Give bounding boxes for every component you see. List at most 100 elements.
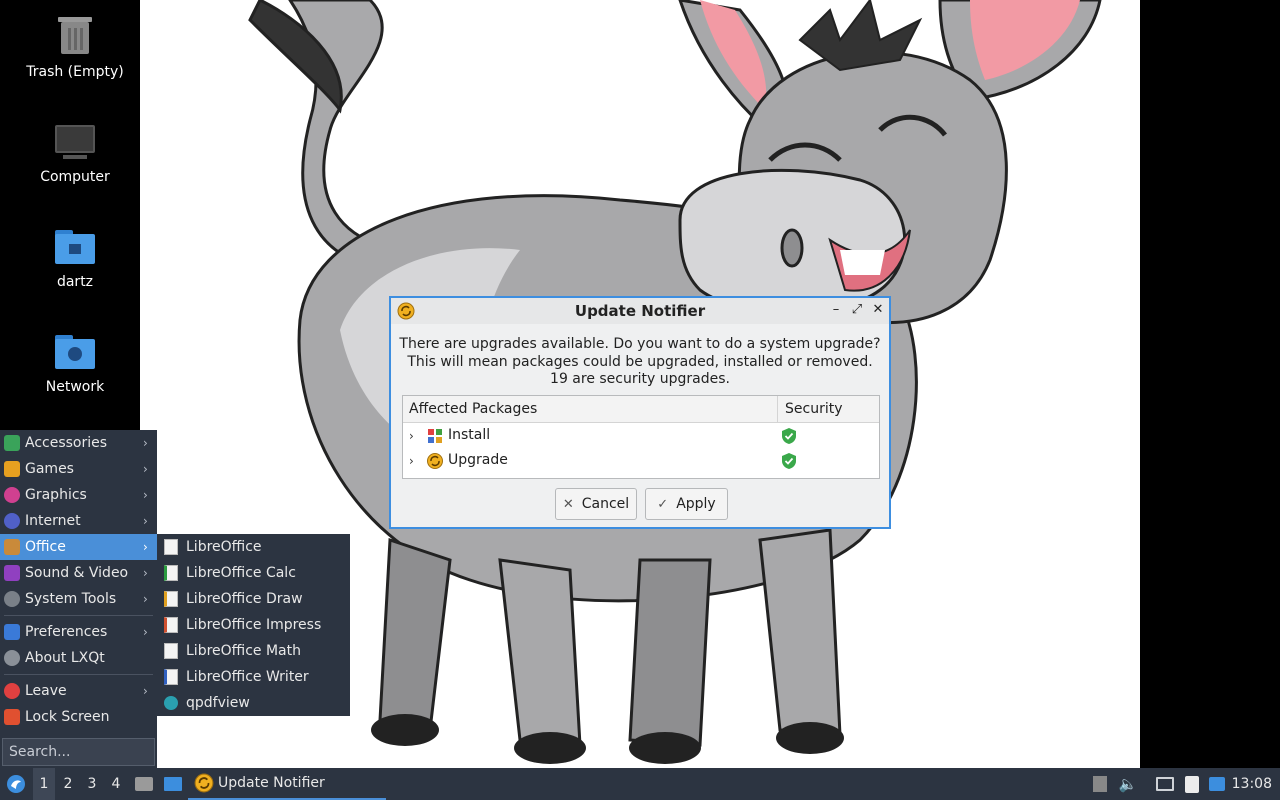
submenu-item-libreoffice-draw[interactable]: LibreOffice Draw (157, 586, 350, 612)
eye-icon (164, 696, 178, 710)
desktop-switch-2[interactable]: 2 (57, 768, 79, 800)
menu-item-accessories[interactable]: Accessories › (0, 430, 157, 456)
show-desktop-button[interactable] (162, 768, 184, 800)
submenu-item-label: LibreOffice Calc (186, 565, 296, 581)
clock[interactable]: 13:08 (1232, 768, 1272, 800)
submenu-item-libreoffice-math[interactable]: LibreOffice Math (157, 638, 350, 664)
column-header-security[interactable]: Security (779, 396, 879, 423)
menu-search-input[interactable]: Search... (2, 738, 155, 766)
desktop-icon-trash[interactable]: Trash (Empty) (20, 14, 130, 80)
main-menu-button[interactable] (4, 768, 28, 800)
upgrade-icon (427, 453, 443, 469)
shield-check-icon (782, 428, 796, 444)
menu-item-label: Accessories (25, 435, 108, 451)
menu-item-about-lxqt[interactable]: About LXQt (0, 645, 157, 671)
network-folder-icon (53, 329, 97, 373)
close-icon: ✕ (562, 496, 574, 512)
libreoffice-draw-icon (164, 591, 178, 607)
cancel-button[interactable]: ✕ Cancel (555, 488, 637, 520)
menu-item-preferences[interactable]: Preferences › (0, 619, 157, 645)
games-icon (4, 461, 20, 477)
menu-item-label: Leave (25, 683, 67, 699)
shield-check-icon (782, 453, 796, 469)
file-manager-launcher[interactable] (134, 768, 154, 800)
chevron-right-icon: › (143, 684, 148, 698)
maximize-icon[interactable]: ⤢ (849, 302, 865, 318)
graphics-icon (4, 487, 20, 503)
home-folder-icon (53, 224, 97, 268)
menu-item-games[interactable]: Games › (0, 456, 157, 482)
chevron-right-icon: › (143, 592, 148, 606)
accessories-icon (4, 435, 20, 451)
column-header-packages[interactable]: Affected Packages (403, 396, 778, 423)
info-icon (4, 650, 20, 666)
chevron-right-icon[interactable]: › (409, 454, 414, 468)
submenu-item-libreoffice-writer[interactable]: LibreOffice Writer (157, 664, 350, 690)
desktop-icon-network[interactable]: Network (20, 329, 130, 395)
desktop-switch-4[interactable]: 4 (105, 768, 127, 800)
submenu-item-libreoffice-calc[interactable]: LibreOffice Calc (157, 560, 350, 586)
internet-icon (4, 513, 20, 529)
tray-update-button[interactable] (1207, 768, 1227, 800)
chevron-right-icon: › (143, 566, 148, 580)
office-submenu: LibreOffice LibreOffice Calc LibreOffice… (157, 534, 350, 716)
submenu-item-label: LibreOffice Impress (186, 617, 322, 633)
desktop-switch-1[interactable]: 1 (33, 768, 55, 800)
network-icon (1156, 777, 1174, 791)
desktop-icon-label: Trash (Empty) (26, 64, 124, 80)
libreoffice-icon (164, 539, 178, 555)
apply-button-label: Apply (676, 496, 716, 512)
menu-item-label: Graphics (25, 487, 87, 503)
message-line: There are upgrades available. Do you wan… (399, 336, 881, 352)
submenu-item-libreoffice[interactable]: LibreOffice (157, 534, 350, 560)
lock-icon (4, 709, 20, 725)
lxqt-logo-icon (7, 775, 25, 793)
desktop-icon-label: Computer (40, 169, 110, 185)
table-header: Affected Packages Security (403, 396, 879, 423)
tray-clipboard-button[interactable] (1182, 768, 1202, 800)
volume-icon[interactable]: 🔈 (1118, 768, 1138, 800)
minimize-icon[interactable]: – (828, 302, 844, 318)
submenu-item-qpdfview[interactable]: qpdfview (157, 690, 350, 716)
menu-item-office[interactable]: Office › (0, 534, 157, 560)
preferences-icon (4, 624, 20, 640)
table-row[interactable]: › Upgrade (403, 449, 879, 474)
menu-item-lock-screen[interactable]: Lock Screen (0, 704, 157, 730)
table-row[interactable]: › Install (403, 424, 879, 449)
menu-item-leave[interactable]: Leave › (0, 678, 157, 704)
computer-icon (53, 119, 97, 163)
submenu-item-label: qpdfview (186, 695, 250, 711)
menu-item-graphics[interactable]: Graphics › (0, 482, 157, 508)
submenu-item-label: LibreOffice (186, 539, 262, 555)
clipboard-icon (1185, 775, 1199, 793)
chevron-right-icon[interactable]: › (409, 429, 414, 443)
tray-eject-button[interactable] (1091, 768, 1109, 800)
dialog-titlebar[interactable]: Update Notifier – ⤢ ✕ (391, 298, 889, 324)
update-available-icon (1209, 777, 1225, 791)
apply-button[interactable]: ✓ Apply (645, 488, 728, 520)
menu-item-label: About LXQt (25, 650, 105, 666)
close-icon[interactable]: ✕ (870, 302, 886, 318)
taskbar-window-label: Update Notifier (218, 775, 325, 791)
power-icon (4, 683, 20, 699)
application-menu: Accessories › Games › Graphics › Interne… (0, 430, 157, 768)
menu-item-system-tools[interactable]: System Tools › (0, 586, 157, 612)
submenu-item-libreoffice-impress[interactable]: LibreOffice Impress (157, 612, 350, 638)
taskbar-window-update-notifier[interactable]: Update Notifier (188, 768, 386, 800)
office-icon (4, 539, 20, 555)
desktop-icon-home[interactable]: dartz (20, 224, 130, 290)
install-icon (428, 429, 442, 443)
trash-icon (53, 14, 97, 58)
chevron-right-icon: › (143, 625, 148, 639)
menu-item-label: Sound & Video (25, 565, 129, 581)
menu-item-sound-video[interactable]: Sound & Video › (0, 560, 157, 586)
libreoffice-impress-icon (164, 617, 178, 633)
cancel-button-label: Cancel (581, 496, 630, 512)
menu-item-internet[interactable]: Internet › (0, 508, 157, 534)
dialog-message: There are upgrades available. Do you wan… (391, 336, 889, 389)
update-notifier-dialog: Update Notifier – ⤢ ✕ There are upgrades… (389, 296, 891, 529)
desktop-switch-3[interactable]: 3 (81, 768, 103, 800)
tray-network-button[interactable] (1154, 768, 1176, 800)
desktop-icon-computer[interactable]: Computer (20, 119, 130, 185)
menu-item-label: Office (25, 539, 66, 555)
